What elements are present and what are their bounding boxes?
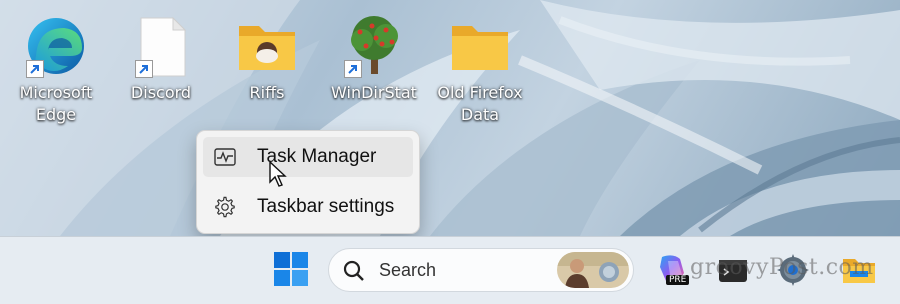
menu-item-label: Task Manager (257, 146, 377, 167)
taskbar: Search PRE groovyPost.com (0, 236, 900, 304)
activity-monitor-icon (203, 148, 247, 166)
search-highlight-image (557, 252, 629, 288)
desktop-icon-label: Old Firefox Data (437, 83, 523, 124)
taskbar-search-box[interactable]: Search (328, 248, 634, 292)
gear-icon (203, 196, 247, 218)
watermark-text: groovyPost.com (690, 255, 874, 280)
shortcut-arrow-icon (26, 60, 44, 78)
shortcut-arrow-icon (344, 60, 362, 78)
desktop-icon-old-firefox-data[interactable]: Old Firefox Data (432, 14, 528, 126)
desktop-icon-label: Riffs (249, 83, 285, 102)
shortcut-arrow-icon (135, 60, 153, 78)
menu-item-label: Taskbar settings (257, 196, 395, 217)
desktop-icon-discord[interactable]: Discord (113, 14, 209, 104)
desktop-icon-windirstat[interactable]: WinDirStat (326, 14, 422, 104)
folder-icon (452, 26, 508, 70)
taskbar-context-menu: Task Manager Taskbar settings (196, 130, 420, 234)
desktop-icon-microsoft-edge[interactable]: Microsoft Edge (8, 14, 104, 126)
search-placeholder: Search (379, 260, 437, 280)
menu-item-task-manager[interactable]: Task Manager (203, 137, 413, 177)
desktop-icon-label: WinDirStat (331, 83, 417, 102)
desktop-icon-label: Discord (130, 83, 192, 102)
mouse-cursor-icon (269, 160, 287, 187)
folder-icon (239, 26, 295, 70)
menu-item-taskbar-settings[interactable]: Taskbar settings (203, 187, 413, 227)
desktop-icon-riffs[interactable]: Riffs (219, 14, 315, 104)
copilot-app[interactable]: PRE (654, 251, 692, 289)
copilot-badge: PRE (666, 275, 690, 285)
search-icon (343, 260, 364, 281)
windows-start-icon[interactable] (274, 252, 308, 286)
desktop-icon-label: Microsoft Edge (19, 83, 93, 124)
desktop: Microsoft Edge Discord Riffs WinDirStat … (0, 0, 900, 236)
